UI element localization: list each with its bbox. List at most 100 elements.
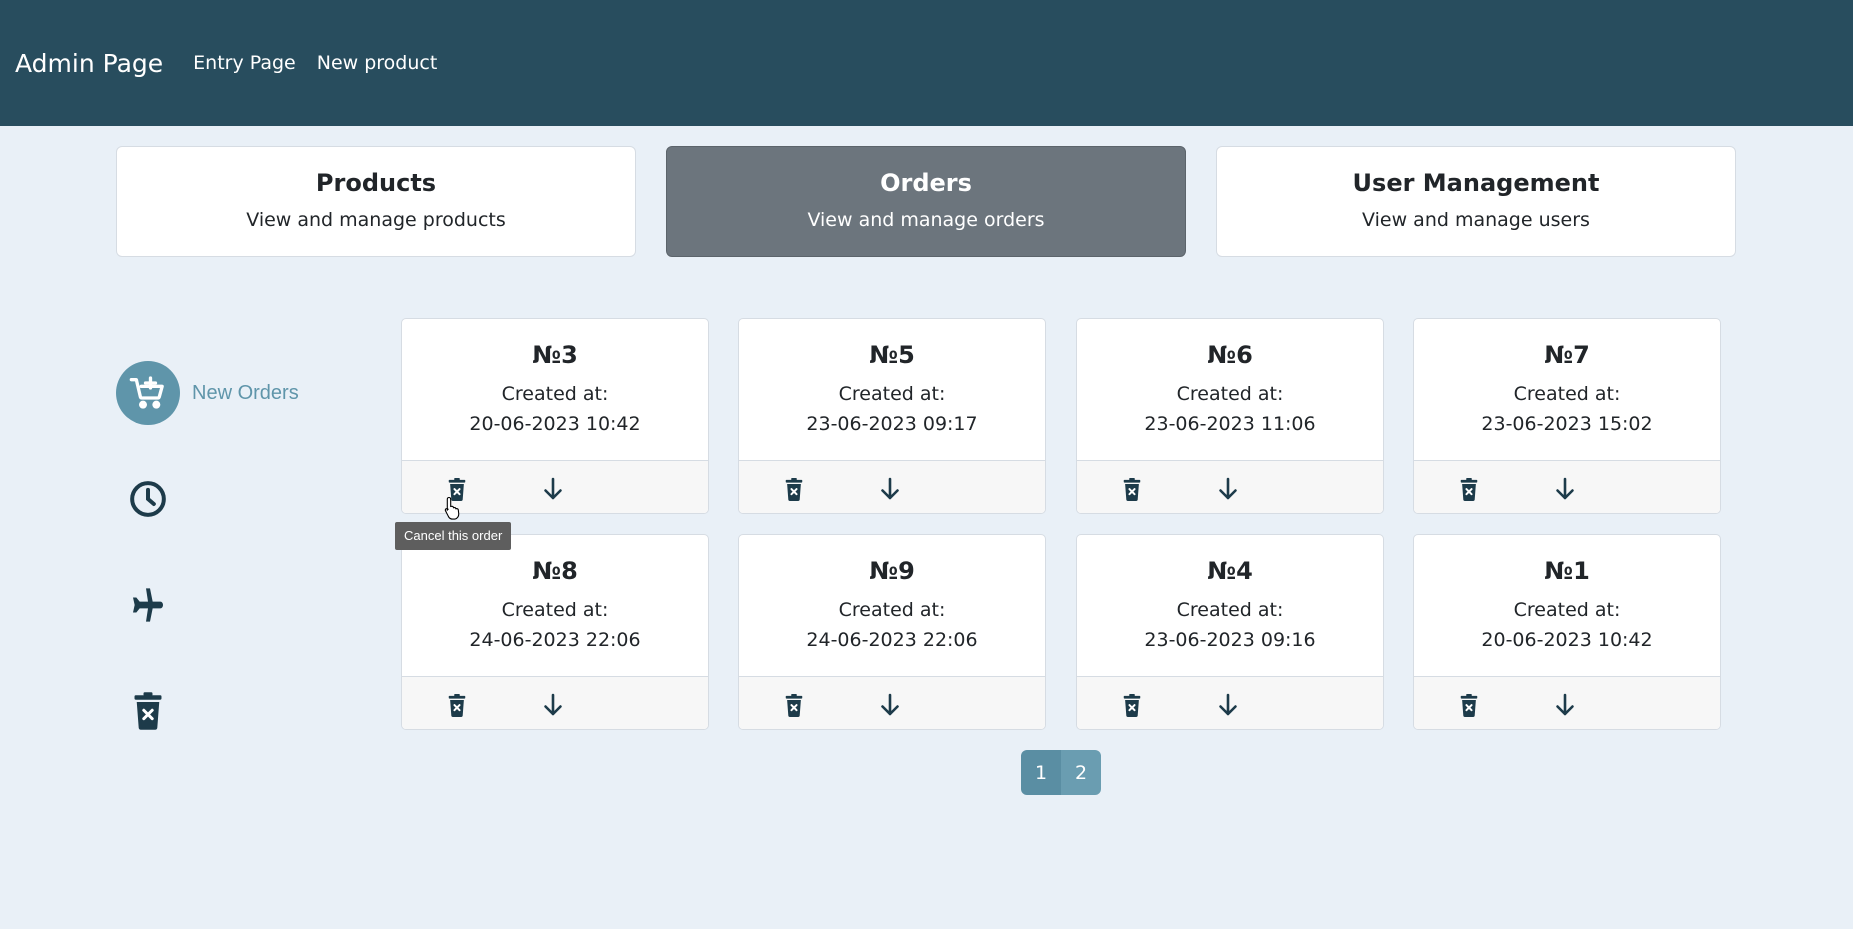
order-body: №4 Created at: 23-06-2023 09:16 bbox=[1077, 535, 1383, 676]
expand-order-button[interactable] bbox=[1550, 474, 1580, 504]
arrow-down-icon bbox=[541, 476, 565, 502]
trash-x-icon bbox=[116, 679, 180, 743]
trash-x-icon bbox=[1458, 693, 1480, 718]
arrow-down-icon bbox=[878, 692, 902, 718]
order-created-date: 23-06-2023 15:02 bbox=[1481, 413, 1653, 435]
order-body: №9 Created at: 24-06-2023 22:06 bbox=[739, 535, 1045, 676]
section-desc: View and manage products bbox=[246, 209, 506, 231]
arrow-down-icon bbox=[1553, 692, 1577, 718]
section-card-user-management[interactable]: User Management View and manage users bbox=[1216, 146, 1736, 257]
order-created-label: Created at: bbox=[1513, 599, 1621, 621]
rail-shipped[interactable] bbox=[116, 573, 180, 637]
order-body: №3 Created at: 20-06-2023 10:42 bbox=[402, 319, 708, 460]
section-card-orders[interactable]: Orders View and manage orders bbox=[666, 146, 1186, 257]
hand-cursor-icon bbox=[444, 496, 460, 520]
arrow-down-icon bbox=[541, 692, 565, 718]
arrow-down-icon bbox=[1553, 476, 1577, 502]
order-body: №7 Created at: 23-06-2023 15:02 bbox=[1414, 319, 1720, 460]
airplane-icon bbox=[116, 573, 180, 637]
tooltip-cancel-order: Cancel this order bbox=[395, 522, 512, 550]
trash-x-icon bbox=[446, 693, 468, 718]
order-number: №4 bbox=[1207, 557, 1253, 585]
order-card: №3 Created at: 20-06-2023 10:42 bbox=[401, 318, 709, 514]
expand-order-button[interactable] bbox=[1213, 474, 1243, 504]
nav-link-entry-page[interactable]: Entry Page bbox=[193, 52, 296, 74]
order-created-date: 24-06-2023 22:06 bbox=[469, 629, 641, 651]
page-button-2[interactable]: 2 bbox=[1061, 750, 1101, 795]
rail-new-orders-label: New Orders bbox=[192, 381, 299, 404]
order-created-label: Created at: bbox=[1176, 599, 1284, 621]
order-created-label: Created at: bbox=[501, 599, 609, 621]
rail-cancelled[interactable] bbox=[116, 679, 180, 743]
page-button-1[interactable]: 1 bbox=[1021, 750, 1061, 795]
order-footer bbox=[739, 676, 1045, 729]
rail-in-progress[interactable] bbox=[116, 467, 180, 531]
section-desc: View and manage orders bbox=[807, 209, 1045, 231]
order-footer bbox=[739, 460, 1045, 513]
cancel-order-button[interactable] bbox=[442, 690, 472, 720]
clock-icon bbox=[116, 467, 180, 531]
order-number: №1 bbox=[1544, 557, 1590, 585]
section-title: Orders bbox=[880, 169, 972, 197]
order-number: №6 bbox=[1207, 341, 1253, 369]
cancel-order-button[interactable] bbox=[1454, 690, 1484, 720]
order-card: №8 Created at: 24-06-2023 22:06 bbox=[401, 534, 709, 730]
order-card: №4 Created at: 23-06-2023 09:16 bbox=[1076, 534, 1384, 730]
order-created-label: Created at: bbox=[838, 599, 946, 621]
order-number: №7 bbox=[1544, 341, 1590, 369]
order-body: №1 Created at: 20-06-2023 10:42 bbox=[1414, 535, 1720, 676]
expand-order-button[interactable] bbox=[538, 474, 568, 504]
order-footer bbox=[1414, 460, 1720, 513]
order-created-date: 23-06-2023 09:16 bbox=[1144, 629, 1316, 651]
order-number: №9 bbox=[869, 557, 915, 585]
expand-order-button[interactable] bbox=[538, 690, 568, 720]
order-footer bbox=[1077, 676, 1383, 729]
order-created-label: Created at: bbox=[501, 383, 609, 405]
order-created-date: 23-06-2023 11:06 bbox=[1144, 413, 1316, 435]
order-card: №9 Created at: 24-06-2023 22:06 bbox=[738, 534, 1046, 730]
trash-x-icon bbox=[1121, 477, 1143, 502]
section-title: Products bbox=[315, 169, 437, 197]
order-created-label: Created at: bbox=[1513, 383, 1621, 405]
section-desc: View and manage users bbox=[1362, 209, 1590, 231]
trash-x-icon bbox=[783, 477, 805, 502]
order-body: №6 Created at: 23-06-2023 11:06 bbox=[1077, 319, 1383, 460]
order-created-date: 23-06-2023 09:17 bbox=[806, 413, 978, 435]
order-created-date: 20-06-2023 10:42 bbox=[469, 413, 641, 435]
cancel-order-button[interactable] bbox=[779, 690, 809, 720]
cancel-order-button[interactable] bbox=[779, 474, 809, 504]
order-created-date: 24-06-2023 22:06 bbox=[806, 629, 978, 651]
trash-x-icon bbox=[1121, 693, 1143, 718]
order-created-date: 20-06-2023 10:42 bbox=[1481, 629, 1653, 651]
trash-x-icon bbox=[783, 693, 805, 718]
order-card: №5 Created at: 23-06-2023 09:17 bbox=[738, 318, 1046, 514]
expand-order-button[interactable] bbox=[1550, 690, 1580, 720]
arrow-down-icon bbox=[878, 476, 902, 502]
order-body: №8 Created at: 24-06-2023 22:06 bbox=[402, 535, 708, 676]
order-number: №3 bbox=[532, 341, 578, 369]
nav-link-new-product[interactable]: New product bbox=[317, 52, 438, 74]
cancel-order-button[interactable] bbox=[1454, 474, 1484, 504]
cart-plus-icon bbox=[116, 361, 180, 425]
expand-order-button[interactable] bbox=[875, 474, 905, 504]
pagination: 1 2 bbox=[1021, 750, 1101, 795]
cancel-order-button[interactable] bbox=[1117, 474, 1147, 504]
brand-title[interactable]: Admin Page bbox=[15, 49, 163, 78]
section-title: User Management bbox=[1352, 169, 1600, 197]
cancel-order-button[interactable] bbox=[1117, 690, 1147, 720]
order-card: №7 Created at: 23-06-2023 15:02 bbox=[1413, 318, 1721, 514]
arrow-down-icon bbox=[1216, 476, 1240, 502]
order-body: №5 Created at: 23-06-2023 09:17 bbox=[739, 319, 1045, 460]
order-card: №6 Created at: 23-06-2023 11:06 bbox=[1076, 318, 1384, 514]
order-footer bbox=[1077, 460, 1383, 513]
trash-x-icon bbox=[1458, 477, 1480, 502]
order-footer bbox=[402, 676, 708, 729]
section-card-products[interactable]: Products View and manage products bbox=[116, 146, 636, 257]
order-number: №5 bbox=[869, 341, 915, 369]
order-card: №1 Created at: 20-06-2023 10:42 bbox=[1413, 534, 1721, 730]
expand-order-button[interactable] bbox=[875, 690, 905, 720]
expand-order-button[interactable] bbox=[1213, 690, 1243, 720]
rail-new-orders[interactable]: New Orders bbox=[116, 361, 299, 425]
order-footer bbox=[1414, 676, 1720, 729]
navbar: Admin Page Entry Page New product bbox=[0, 0, 1853, 126]
